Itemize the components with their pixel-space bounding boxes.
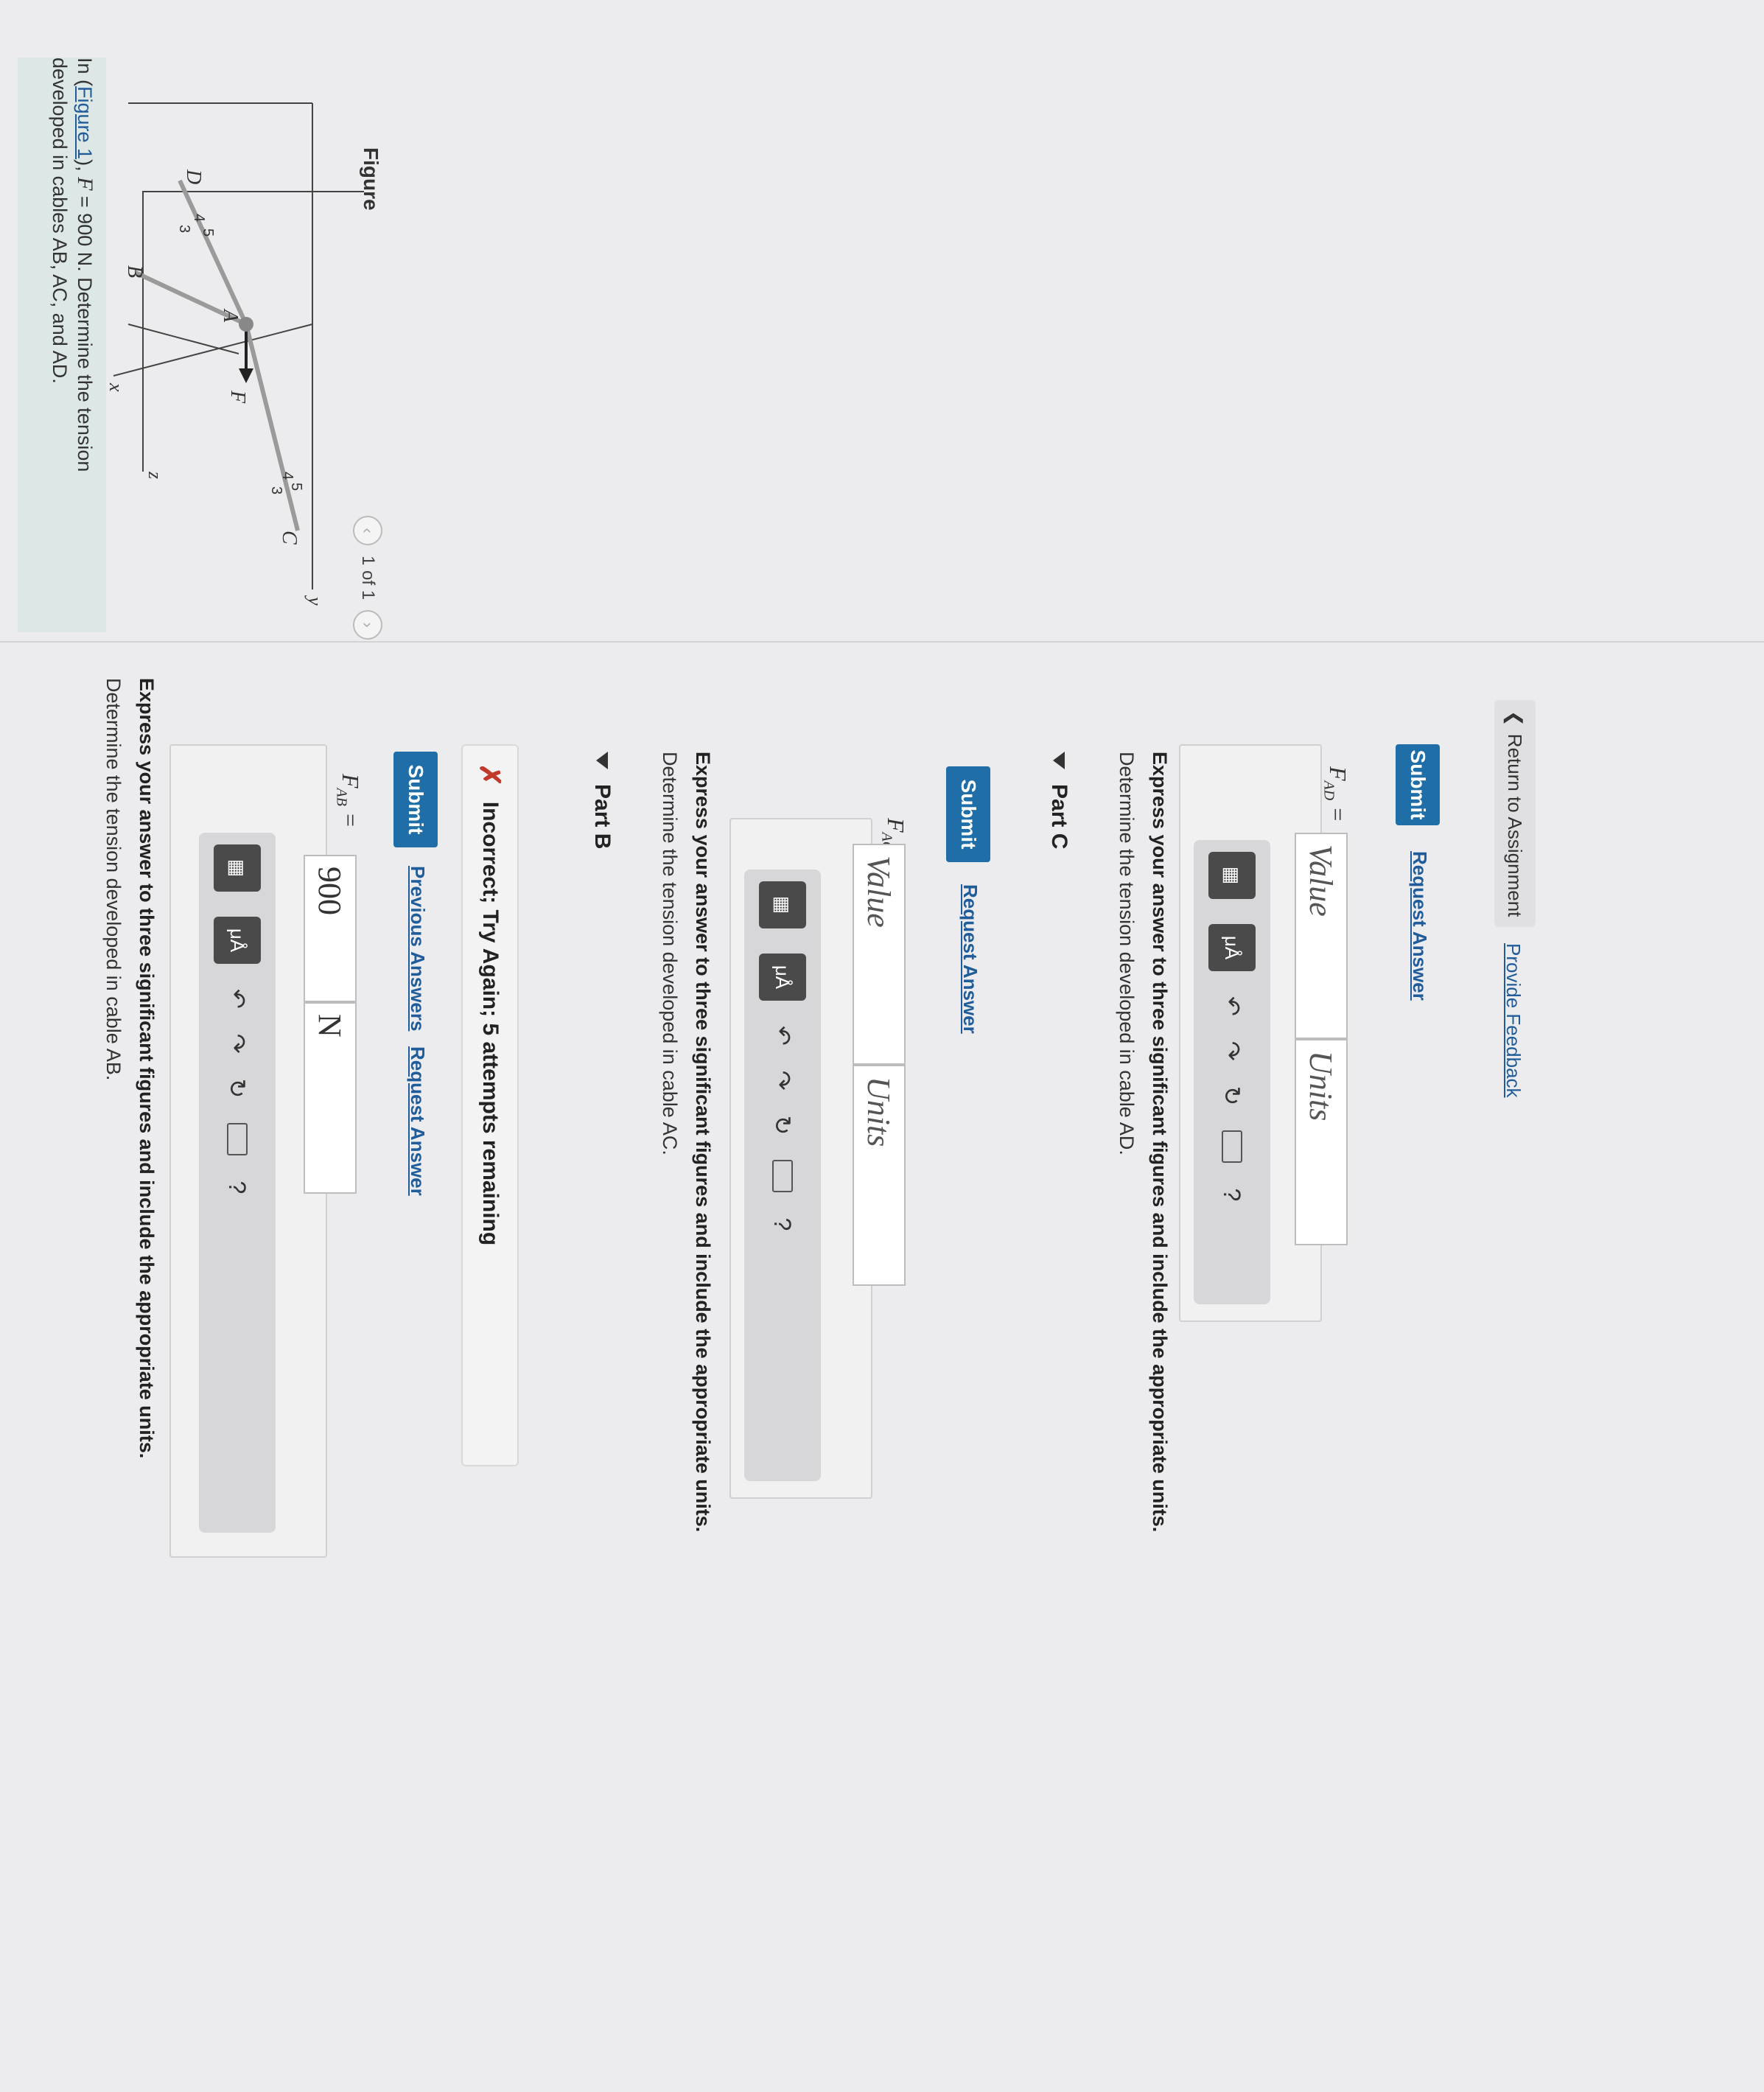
part-a-label: FAB =: [333, 774, 364, 828]
part-a-label-var: F: [337, 774, 364, 788]
label-z: z: [144, 471, 166, 479]
part-a-prompt: Determine the tension developed in cable…: [102, 678, 125, 1081]
column-divider: [0, 641, 1764, 643]
z-axis-line: [127, 323, 239, 354]
part-c-label-sub: AD: [1320, 780, 1337, 801]
force-variable: F: [73, 177, 97, 191]
chevron-left-icon[interactable]: ‹: [353, 516, 382, 545]
templates-icon[interactable]: ▦: [1208, 852, 1256, 899]
label-y: y: [304, 595, 326, 606]
chevron-left-icon: ❮: [1504, 710, 1527, 727]
templates-icon[interactable]: ▦: [214, 844, 261, 892]
help-icon[interactable]: ?: [769, 1217, 797, 1231]
problem-statement: In (Figure 1), F = 900 N. Determine the …: [47, 57, 97, 640]
label-f: F: [226, 390, 249, 404]
force-value: = 900 N. Determine the tension: [74, 190, 96, 472]
provide-feedback-link[interactable]: Provide Feedback: [1502, 943, 1525, 1098]
part-b-prompt: Determine the tension developed in cable…: [659, 752, 681, 1155]
part-a-feedback: ✗ Incorrect; Try Again; 5 attempts remai…: [461, 744, 519, 1466]
error-x-icon: ✗: [474, 763, 505, 787]
pager-text: 1 of 1: [358, 556, 378, 601]
help-icon[interactable]: ?: [1219, 1188, 1246, 1201]
problem-after-link: ),: [74, 159, 96, 178]
undo-icon[interactable]: ↶: [223, 989, 251, 1009]
part-a-equals: =: [337, 805, 364, 828]
ratio-d-5: 5: [200, 228, 216, 237]
part-a-label-sub: AB: [333, 788, 350, 806]
keyboard-icon[interactable]: [772, 1160, 793, 1193]
part-a-toolbar: ▦ μÅ ↶ ↷ ↻ ?: [199, 833, 276, 1533]
part-c-header[interactable]: Part C: [1046, 752, 1071, 849]
force-arrow-head: [239, 368, 253, 383]
redo-icon[interactable]: ↷: [769, 1071, 797, 1091]
return-label: Return to Assignment: [1504, 733, 1527, 917]
ratio-c-3: 3: [268, 486, 284, 494]
ratio-d-4: 4: [191, 214, 207, 222]
part-a-previous-answers[interactable]: Previous Answers: [406, 866, 429, 1031]
collapse-triangle-icon: [596, 752, 608, 769]
units-button[interactable]: μÅ: [1208, 924, 1256, 971]
part-c-instruction: Express your answer to three significant…: [1149, 752, 1171, 1533]
undo-icon[interactable]: ↶: [1218, 996, 1246, 1016]
part-a-feedback-text: Incorrect; Try Again; 5 attempts remaini…: [478, 801, 503, 1246]
templates-icon[interactable]: ▦: [759, 881, 806, 928]
keyboard-icon[interactable]: [227, 1123, 248, 1156]
part-b-header[interactable]: Part B: [589, 752, 615, 849]
units-button[interactable]: μÅ: [214, 917, 261, 964]
part-c-label: FAD =: [1320, 766, 1351, 822]
redo-icon[interactable]: ↷: [1218, 1041, 1246, 1061]
ratio-d-3: 3: [176, 225, 192, 233]
part-a-value-input[interactable]: 900: [304, 855, 357, 1002]
keyboard-icon[interactable]: [1222, 1130, 1242, 1164]
reset-icon[interactable]: ↻: [223, 1079, 251, 1099]
cable-ad: [178, 179, 248, 326]
part-a-instruction: Express your answer to three significant…: [136, 678, 158, 1459]
page-stage: In (Figure 1), F = 900 N. Determine the …: [0, 0, 1764, 2092]
units-button[interactable]: μÅ: [759, 954, 806, 1001]
part-b-value-input[interactable]: Value: [853, 844, 906, 1065]
part-b-instruction: Express your answer to three significant…: [692, 752, 714, 1533]
chevron-right-icon[interactable]: ›: [353, 610, 382, 640]
label-c: C: [278, 531, 301, 545]
problem-line2: developed in cables AB, AC, and AD.: [49, 57, 71, 384]
part-b-label-var: F: [883, 818, 909, 833]
figure-pager: ‹ 1 of 1 ›: [353, 516, 382, 640]
part-c-request-answer[interactable]: Request Answer: [1408, 851, 1431, 1001]
part-b-submit-button[interactable]: Submit: [946, 766, 990, 862]
part-b-title: Part B: [590, 784, 615, 850]
part-b-toolbar: ▦ μÅ ↶ ↷ ↻ ?: [744, 870, 821, 1481]
ratio-c-5: 5: [288, 483, 304, 491]
part-a-request-answer[interactable]: Request Answer: [406, 1046, 429, 1196]
part-c-prompt: Determine the tension developed in cable…: [1116, 752, 1138, 1155]
part-b-request-answer[interactable]: Request Answer: [959, 884, 981, 1034]
problem-prefix: In (: [74, 57, 96, 87]
label-d: D: [182, 169, 205, 184]
part-c-submit-button[interactable]: Submit: [1396, 744, 1440, 825]
part-c-equals: =: [1325, 800, 1351, 822]
reset-icon[interactable]: ↻: [1218, 1086, 1246, 1106]
figure-link[interactable]: Figure 1: [74, 86, 96, 159]
part-c-units-input[interactable]: Units: [1295, 1039, 1348, 1245]
cable-ac: [244, 323, 300, 531]
frame-outline: [142, 191, 364, 472]
help-icon[interactable]: ?: [224, 1180, 251, 1194]
part-a-submit-button[interactable]: Submit: [393, 752, 438, 847]
return-to-assignment-button[interactable]: ❮ Return to Assignment: [1494, 700, 1536, 928]
part-b-units-input[interactable]: Units: [853, 1065, 906, 1286]
redo-icon[interactable]: ↷: [223, 1034, 251, 1054]
part-c-toolbar: ▦ μÅ ↶ ↷ ↻ ?: [1194, 840, 1270, 1304]
part-c-value-input[interactable]: Value: [1295, 833, 1348, 1039]
part-c-label-var: F: [1325, 766, 1351, 781]
part-c-title: Part C: [1047, 784, 1071, 850]
label-b: B: [123, 265, 146, 278]
undo-icon[interactable]: ↶: [769, 1026, 797, 1046]
label-x: x: [106, 382, 127, 392]
figure-label: Figure: [360, 147, 382, 211]
figure-image: z y x D B A C F 4 3 5 4 3 5: [106, 102, 364, 606]
reset-icon[interactable]: ↻: [769, 1116, 797, 1136]
collapse-triangle-icon: [1053, 752, 1065, 769]
part-a-units-input[interactable]: N: [304, 1002, 357, 1194]
label-a: A: [219, 308, 242, 323]
ratio-c-4: 4: [279, 472, 295, 480]
